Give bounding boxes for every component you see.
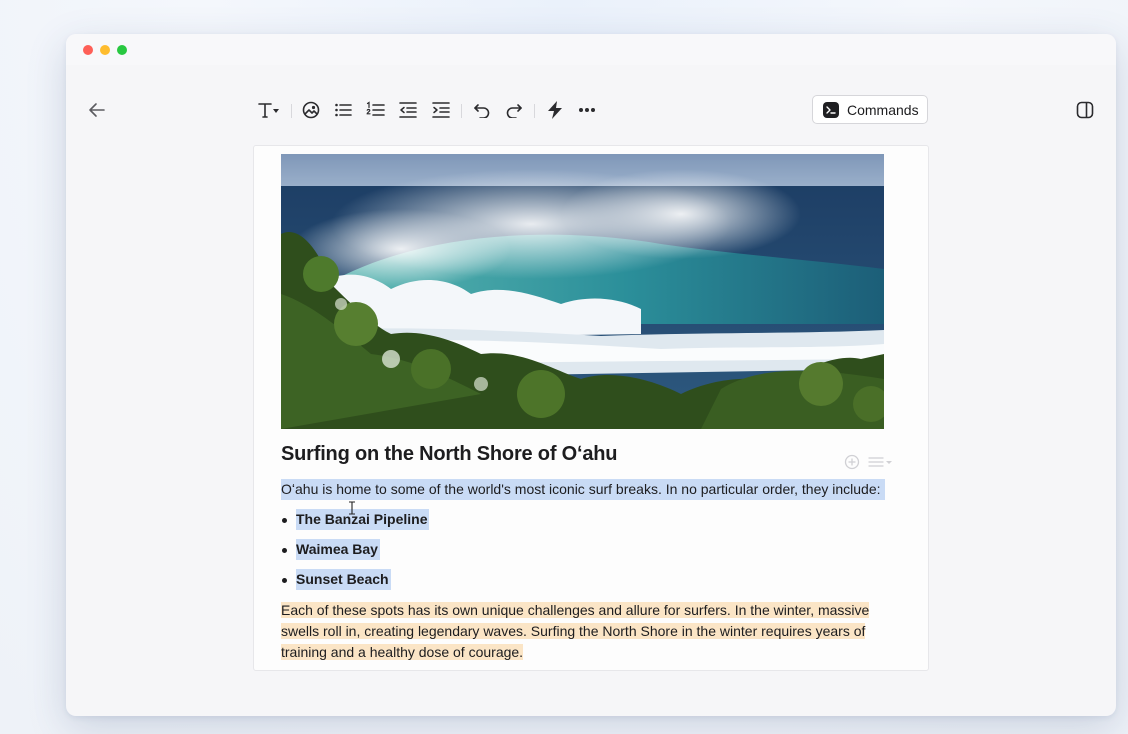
text-style-icon[interactable]: [257, 101, 285, 119]
document-page[interactable]: Surfing on the North Shore of Oʻahu Oʻah…: [253, 145, 929, 671]
commands-label: Commands: [847, 102, 919, 118]
app-window: Commands Surfing on the North Shore of O…: [66, 34, 1116, 716]
intro-text[interactable]: Oʻahu is home to some of the world's mos…: [281, 479, 885, 500]
toolbar-divider: [291, 104, 292, 118]
lightning-icon[interactable]: [547, 101, 563, 119]
numbered-list-icon[interactable]: [366, 101, 385, 119]
outdent-icon[interactable]: [399, 101, 417, 119]
commands-button[interactable]: Commands: [812, 95, 928, 124]
document-title[interactable]: Surfing on the North Shore of Oʻahu: [281, 443, 618, 466]
hero-image[interactable]: [281, 154, 884, 429]
add-block-icon[interactable]: [844, 454, 860, 470]
minimize-window-button[interactable]: [100, 45, 110, 55]
bullet-list-icon[interactable]: [334, 101, 352, 119]
title-bar: [66, 34, 1116, 65]
undo-icon[interactable]: [473, 102, 491, 118]
sidebar-toggle-icon[interactable]: [1076, 101, 1094, 119]
terminal-icon: [823, 102, 839, 118]
body-paragraph[interactable]: Each of these spots has its own unique c…: [281, 600, 909, 663]
bullet-marker: [282, 518, 287, 523]
toolbar-divider: [534, 104, 535, 118]
insert-image-icon[interactable]: [302, 101, 320, 119]
list-item[interactable]: The Banzai Pipeline: [296, 509, 430, 530]
highlighted-text: Each of these spots has its own unique c…: [281, 602, 870, 660]
toolbar-divider: [461, 104, 462, 118]
bullet-marker: [282, 548, 287, 553]
back-arrow-icon[interactable]: [88, 102, 106, 118]
redo-icon[interactable]: [505, 102, 523, 118]
close-window-button[interactable]: [83, 45, 93, 55]
text-cursor-icon: [348, 501, 356, 520]
more-options-icon[interactable]: [578, 107, 596, 113]
list-item[interactable]: Sunset Beach: [296, 569, 391, 590]
zoom-window-button[interactable]: [117, 45, 127, 55]
block-hover-tools: [842, 452, 904, 474]
list-item[interactable]: Waimea Bay: [296, 539, 380, 560]
indent-icon[interactable]: [432, 101, 450, 119]
block-menu-icon[interactable]: [868, 455, 894, 469]
bullet-marker: [282, 578, 287, 583]
